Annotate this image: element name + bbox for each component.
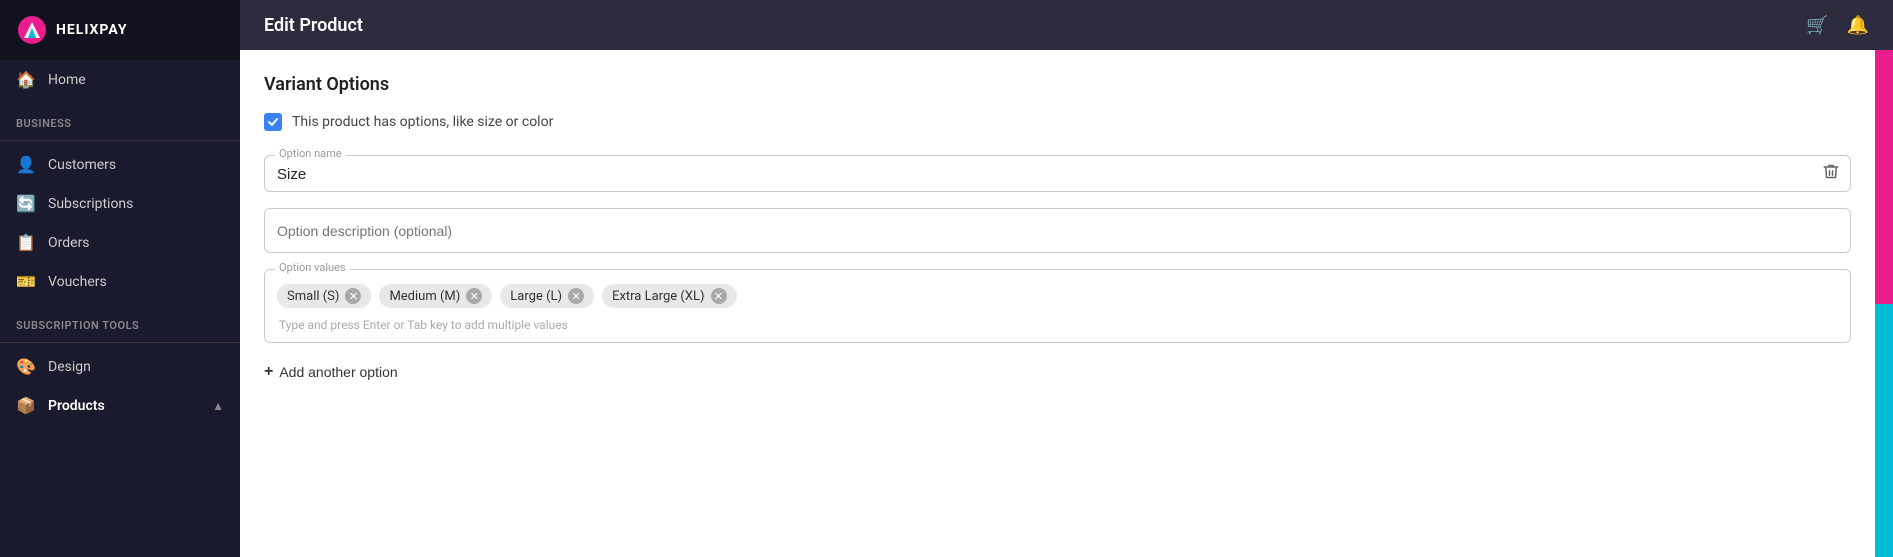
pink-bar (1875, 50, 1893, 304)
add-option-button[interactable]: + Add another option (264, 363, 398, 381)
products-label: Products (48, 398, 200, 414)
design-label: Design (48, 359, 224, 375)
products-icon: 📦 (16, 396, 36, 415)
products-chevron-icon: ▲ (212, 399, 224, 413)
chip-xl-remove[interactable]: ✕ (711, 288, 727, 304)
chip-large: Large (L) ✕ (500, 284, 594, 308)
chip-medium: Medium (M) ✕ (379, 284, 492, 308)
sidebar-item-vouchers[interactable]: 🎫 Vouchers (0, 262, 240, 301)
option-values-chips: Small (S) ✕ Medium (M) ✕ Large (L) ✕ E (277, 280, 1838, 312)
home-label: Home (48, 72, 224, 88)
trash-icon (1822, 162, 1840, 180)
notification-icon[interactable]: 🔔 (1847, 15, 1869, 36)
option-description-field (264, 208, 1851, 253)
chip-small-remove[interactable]: ✕ (345, 288, 361, 304)
tools-divider (0, 342, 240, 343)
customers-label: Customers (48, 157, 224, 173)
sidebar-item-orders[interactable]: 📋 Orders (0, 223, 240, 262)
option-values-group: Option values Small (S) ✕ Medium (M) ✕ L… (264, 269, 1851, 343)
business-section-label: Business (0, 99, 240, 136)
option-name-input[interactable] (277, 166, 1810, 183)
cart-icon[interactable]: 🛒 (1806, 15, 1828, 36)
logo-area: HELIXPAY (0, 0, 240, 60)
vouchers-label: Vouchers (48, 274, 224, 290)
has-options-checkbox[interactable] (264, 113, 282, 131)
design-icon: 🎨 (16, 357, 36, 376)
customers-icon: 👤 (16, 155, 36, 174)
page-title: Edit Product (264, 15, 363, 36)
has-options-label: This product has options, like size or c… (292, 114, 553, 130)
sidebar-item-home[interactable]: 🏠 Home (0, 60, 240, 99)
chip-xl-label: Extra Large (XL) (612, 289, 704, 304)
chip-large-label: Large (L) (510, 289, 562, 304)
subscription-tools-section-label: Subscription Tools (0, 301, 240, 338)
option-description-input[interactable] (277, 223, 1838, 239)
variant-options-section: Variant Options This product has options… (240, 50, 1875, 405)
content-area: Variant Options This product has options… (240, 50, 1893, 557)
blue-bar (1875, 304, 1893, 557)
chip-xl: Extra Large (XL) ✕ (602, 284, 736, 308)
option-name-legend: Option name (275, 147, 346, 160)
chip-large-remove[interactable]: ✕ (568, 288, 584, 304)
option-name-field-group: Option name (264, 155, 1851, 192)
chip-medium-remove[interactable]: ✕ (466, 288, 482, 304)
sidebar-item-subscriptions[interactable]: 🔄 Subscriptions (0, 184, 240, 223)
chip-small-label: Small (S) (287, 289, 339, 304)
subscriptions-icon: 🔄 (16, 194, 36, 213)
plus-icon: + (264, 363, 273, 381)
business-divider (0, 140, 240, 141)
orders-icon: 📋 (16, 233, 36, 252)
content-main: Variant Options This product has options… (240, 50, 1875, 557)
subscriptions-label: Subscriptions (48, 196, 224, 212)
vouchers-icon: 🎫 (16, 272, 36, 291)
checkmark-icon (267, 116, 279, 128)
topbar-icons: 🛒 🔔 (1806, 15, 1869, 36)
orders-label: Orders (48, 235, 224, 251)
values-hint: Type and press Enter or Tab key to add m… (277, 318, 1838, 336)
topbar: Edit Product 🛒 🔔 (240, 0, 1893, 50)
chip-small: Small (S) ✕ (277, 284, 371, 308)
chip-medium-label: Medium (M) (389, 289, 460, 304)
home-icon: 🏠 (16, 70, 36, 89)
right-decoration (1875, 50, 1893, 557)
option-values-legend: Option values (275, 261, 350, 274)
logo-text: HELIXPAY (56, 22, 128, 38)
sidebar-item-customers[interactable]: 👤 Customers (0, 145, 240, 184)
main-area: Edit Product 🛒 🔔 Variant Options This pr… (240, 0, 1893, 557)
has-options-checkbox-row: This product has options, like size or c… (264, 113, 1851, 131)
delete-option-button[interactable] (1822, 162, 1840, 185)
add-option-label: Add another option (279, 364, 397, 380)
sidebar: HELIXPAY 🏠 Home Business 👤 Customers 🔄 S… (0, 0, 240, 557)
logo-icon (16, 14, 48, 46)
variant-options-title: Variant Options (264, 74, 1851, 95)
sidebar-item-design[interactable]: 🎨 Design (0, 347, 240, 386)
sidebar-item-products[interactable]: 📦 Products ▲ (0, 386, 240, 425)
